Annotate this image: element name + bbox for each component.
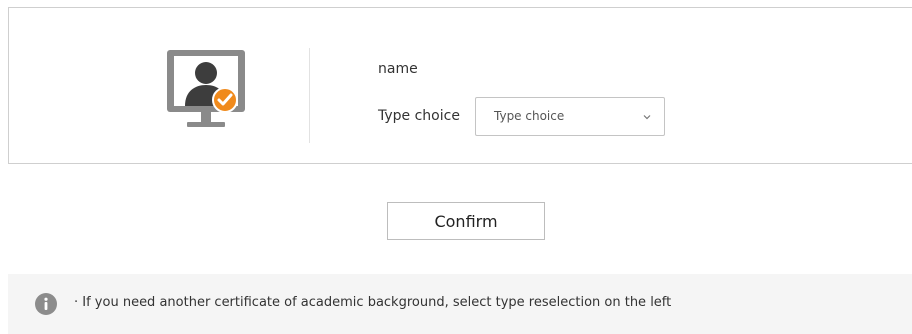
notice-text: · If you need another certificate of aca… xyxy=(74,295,672,310)
type-choice-label: Type choice xyxy=(378,108,460,124)
name-label: name xyxy=(378,61,418,77)
vertical-divider xyxy=(309,48,310,143)
certificate-card: name Type choice Type choice xyxy=(8,7,912,164)
user-verified-monitor-icon xyxy=(167,50,245,127)
chevron-down-icon xyxy=(643,115,651,120)
type-choice-select[interactable]: Type choice xyxy=(475,97,665,136)
notice-bar: · If you need another certificate of aca… xyxy=(8,274,912,334)
type-choice-selected-value: Type choice xyxy=(494,109,565,123)
confirm-button[interactable]: Confirm xyxy=(387,202,545,240)
info-icon xyxy=(35,293,57,315)
